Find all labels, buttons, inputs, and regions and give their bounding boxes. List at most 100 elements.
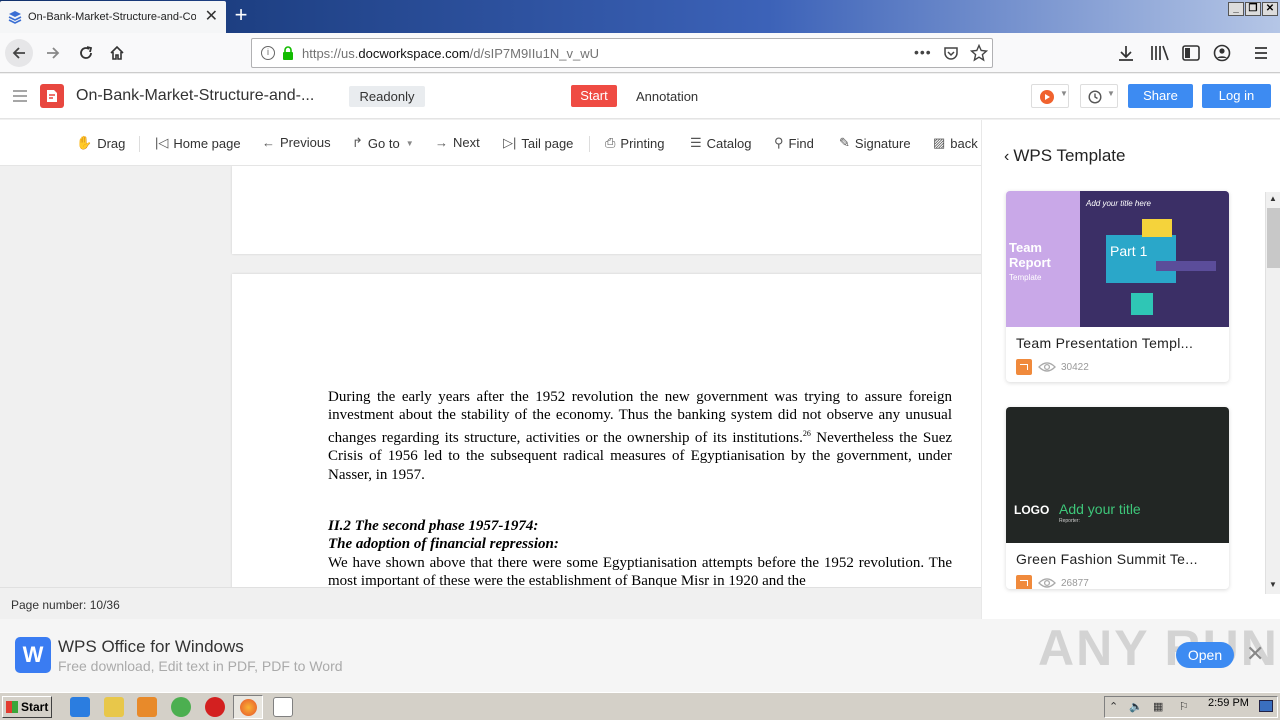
- forward-arrow-icon: [47, 47, 60, 59]
- previous-button[interactable]: ← Previous: [262, 135, 331, 150]
- eye-icon: [1038, 362, 1056, 372]
- chrome-taskbar-icon[interactable]: [171, 697, 191, 717]
- network-icon[interactable]: ▦: [1153, 700, 1163, 713]
- chevron-down-icon: ▼: [1060, 89, 1068, 98]
- annotation-tab[interactable]: Annotation: [636, 89, 698, 104]
- windows-taskbar: Start ⌃ 🔈 ▦ ⚐ 2:59 PM: [0, 692, 1280, 720]
- chevron-down-icon: ▼: [1107, 89, 1115, 98]
- library-icon[interactable]: [1150, 44, 1170, 62]
- menu-icon[interactable]: [1253, 45, 1269, 61]
- minimize-window-button[interactable]: _: [1228, 2, 1244, 16]
- wps-office-logo-icon: W: [15, 637, 51, 673]
- wps-doc-icon: [1016, 575, 1032, 589]
- home-button[interactable]: [103, 39, 131, 67]
- signature-button[interactable]: ✎ Signature: [839, 135, 911, 151]
- browser-nav-bar: i https://us.docworkspace.com/d/sIP7M9II…: [0, 33, 1280, 73]
- scroll-up-icon[interactable]: ▲: [1269, 194, 1277, 203]
- close-tab-icon[interactable]: ✕: [205, 9, 218, 25]
- drag-button[interactable]: ✋ Drag: [76, 135, 125, 151]
- side-panel-scrollbar[interactable]: ▲ ▼: [1265, 192, 1280, 594]
- explorer-taskbar-icon[interactable]: [104, 697, 124, 717]
- firefox-icon: [240, 699, 257, 716]
- docworkspace-favicon-icon: [8, 11, 22, 24]
- start-tab[interactable]: Start: [571, 85, 617, 107]
- readonly-badge: Readonly: [349, 86, 425, 107]
- media-player-taskbar-icon[interactable]: [137, 697, 157, 717]
- last-page-icon: ▷|: [503, 135, 517, 150]
- template-side-panel: ‹ WPS Template Team Report Template Add y…: [981, 120, 1280, 619]
- forward-button[interactable]: [39, 39, 67, 67]
- wps-pdf-logo-icon: [40, 84, 64, 108]
- background-icon: ▨: [933, 135, 946, 150]
- browser-tab[interactable]: On-Bank-Market-Structure-and-Co ✕: [0, 1, 226, 33]
- play-icon: [1040, 90, 1054, 104]
- printing-button[interactable]: ⎙ Printing: [605, 135, 664, 151]
- page-actions-icon[interactable]: •••: [914, 44, 932, 60]
- catalog-button[interactable]: ☰ Catalog: [690, 135, 751, 151]
- volume-icon[interactable]: 🔈: [1129, 700, 1143, 713]
- template-meta: 26877: [1016, 575, 1089, 589]
- account-icon[interactable]: [1213, 44, 1231, 62]
- toolbar-divider: [139, 136, 140, 152]
- hamburger-menu-icon[interactable]: [12, 89, 28, 103]
- go-to-button[interactable]: ↱ Go to ▼: [352, 135, 414, 151]
- reload-button[interactable]: [72, 39, 100, 67]
- background-button[interactable]: ▨ back: [933, 135, 978, 151]
- open-button[interactable]: Open: [1176, 642, 1234, 668]
- download-icon[interactable]: [1117, 44, 1135, 62]
- close-window-button[interactable]: ✕: [1262, 2, 1278, 16]
- anyrun-watermark: ANY RUN: [1038, 620, 1279, 676]
- template-card[interactable]: LOGO Add your title Reporter: Green Fash…: [1006, 407, 1229, 589]
- info-icon[interactable]: i: [261, 46, 275, 60]
- chevron-left-icon[interactable]: ‹: [1004, 148, 1009, 165]
- sidebar-toggle-icon[interactable]: [1182, 45, 1200, 61]
- find-button[interactable]: ⚲ Find: [774, 135, 814, 151]
- lock-icon: [283, 46, 293, 60]
- search-icon: ⚲: [774, 135, 784, 150]
- browser-tab-title: On-Bank-Market-Structure-and-Co: [28, 11, 196, 23]
- close-icon[interactable]: ✕: [1246, 643, 1264, 665]
- window-taskbar-icon[interactable]: [273, 697, 293, 717]
- home-icon: [110, 45, 124, 60]
- wps-doc-icon: [1016, 359, 1032, 375]
- url-bar[interactable]: i https://us.docworkspace.com/d/sIP7M9II…: [251, 38, 993, 68]
- pocket-icon[interactable]: [943, 45, 959, 61]
- opera-taskbar-icon[interactable]: [205, 697, 225, 717]
- status-bar: Page number: 10/36: [0, 587, 981, 619]
- arrow-right-icon: →: [435, 135, 448, 150]
- home-page-button[interactable]: |◁ Home page: [155, 135, 241, 151]
- page-number-indicator: Page number: 10/36: [11, 598, 120, 612]
- back-button[interactable]: [5, 39, 33, 67]
- tail-page-button[interactable]: ▷| Tail page: [503, 135, 573, 151]
- scrollbar-thumb[interactable]: [1267, 208, 1280, 268]
- tray-expand-icon[interactable]: ⌃: [1109, 700, 1118, 713]
- scroll-down-icon[interactable]: ▼: [1269, 580, 1277, 589]
- show-desktop-icon[interactable]: [1259, 700, 1273, 712]
- url-text: https://us.docworkspace.com/d/sIP7M9IIu1…: [302, 46, 599, 61]
- system-tray: ⌃ 🔈 ▦ ⚐: [1104, 696, 1278, 718]
- document-viewer[interactable]: During the early years after the 1952 re…: [0, 166, 981, 587]
- share-button[interactable]: Share: [1128, 84, 1193, 108]
- template-title: Green Fashion Summit Te...: [1016, 551, 1198, 567]
- reload-icon: [80, 46, 93, 59]
- side-panel-header[interactable]: ‹ WPS Template: [1004, 146, 1125, 166]
- next-button[interactable]: → Next: [435, 135, 480, 150]
- flag-icon[interactable]: ⚐: [1179, 700, 1189, 713]
- banner-subtitle: Free download, Edit text in PDF, PDF to …: [58, 658, 343, 674]
- ie-taskbar-icon[interactable]: [70, 697, 90, 717]
- browser-tab-strip: On-Bank-Market-Structure-and-Co ✕ + _ ❐ …: [0, 0, 1280, 33]
- arrow-left-icon: ←: [262, 135, 275, 150]
- template-title: Team Presentation Templ...: [1016, 335, 1194, 351]
- toolbar-divider: [589, 136, 590, 152]
- template-card[interactable]: Team Report Template Add your title here…: [1006, 191, 1229, 382]
- document-page: During the early years after the 1952 re…: [232, 274, 981, 587]
- login-button[interactable]: Log in: [1202, 84, 1271, 108]
- firefox-taskbar-button[interactable]: [233, 695, 263, 719]
- new-tab-button[interactable]: +: [230, 4, 252, 28]
- play-dropdown[interactable]: ▼: [1031, 84, 1069, 108]
- history-dropdown[interactable]: ▼: [1080, 84, 1118, 108]
- restore-window-button[interactable]: ❐: [1245, 2, 1261, 16]
- bookmark-star-icon[interactable]: [970, 44, 988, 62]
- start-button[interactable]: Start: [2, 696, 52, 718]
- eye-icon: [1038, 578, 1056, 588]
